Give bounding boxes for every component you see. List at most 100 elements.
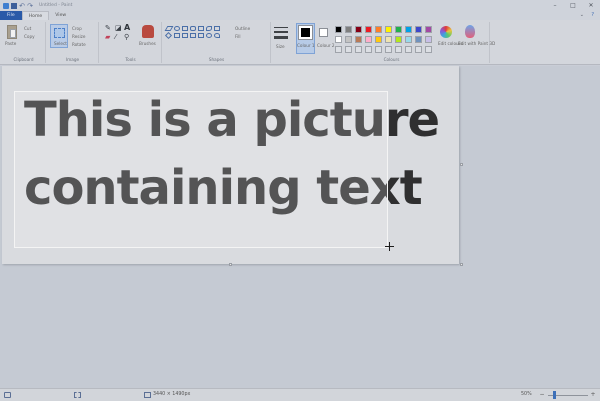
- size-line-medium: [274, 31, 288, 33]
- colour1-label: Colour 1: [297, 43, 315, 48]
- canvas-resize-handle-corner[interactable]: [460, 263, 463, 266]
- clipboard-group: Paste Cut Copy Clipboard: [2, 22, 46, 63]
- custom-colour-swatch[interactable]: [415, 46, 422, 53]
- colour-swatch[interactable]: [375, 26, 382, 33]
- tab-home[interactable]: Home: [21, 11, 50, 20]
- brushes-icon[interactable]: [142, 25, 154, 38]
- canvas[interactable]: This is a picture containing text: [2, 66, 463, 266]
- window-controls: – □ ✕: [546, 0, 600, 11]
- arrow-shape-icon[interactable]: [190, 33, 196, 38]
- outline-button[interactable]: Outline: [235, 26, 250, 31]
- close-button[interactable]: ✕: [582, 0, 600, 11]
- copy-button[interactable]: Copy: [24, 34, 35, 39]
- oval-shape-icon[interactable]: [174, 26, 180, 31]
- brushes-button[interactable]: Brushes: [139, 41, 156, 46]
- edit-paint3d-button[interactable]: Edit with Paint 3D: [458, 41, 495, 46]
- diamond-shape-icon[interactable]: [164, 31, 173, 40]
- hexagon-shape-icon[interactable]: [182, 33, 188, 38]
- text-icon[interactable]: A: [124, 23, 130, 32]
- maximize-button[interactable]: □: [564, 0, 582, 11]
- colour-swatch[interactable]: [415, 36, 422, 43]
- cut-button[interactable]: Cut: [24, 26, 31, 31]
- star-shape-icon[interactable]: [198, 33, 204, 38]
- eraser-icon[interactable]: ▰: [105, 33, 110, 41]
- fill-button[interactable]: Fill: [235, 34, 241, 39]
- zoom-in-icon[interactable]: +: [590, 392, 596, 398]
- paste-button[interactable]: Paste: [5, 41, 16, 46]
- size-group[interactable]: Size: [272, 22, 292, 63]
- custom-colour-swatch[interactable]: [365, 46, 372, 53]
- pencil-icon[interactable]: ✎: [105, 24, 111, 32]
- image-dimensions: 3440 × 1490px: [153, 392, 191, 397]
- colour-swatch[interactable]: [415, 26, 422, 33]
- crop-button[interactable]: Crop: [72, 26, 82, 31]
- minimize-button[interactable]: –: [546, 0, 564, 11]
- tools-group-label: Tools: [125, 57, 136, 62]
- line-shape-icon[interactable]: [164, 26, 174, 31]
- edit-colours-icon[interactable]: [440, 26, 452, 38]
- triangle-shape-icon[interactable]: [206, 26, 212, 31]
- custom-colour-swatch[interactable]: [425, 46, 432, 53]
- pentagon-shape-icon[interactable]: [174, 33, 180, 38]
- colour-swatch[interactable]: [355, 26, 362, 33]
- custom-colour-swatch[interactable]: [355, 46, 362, 53]
- chevron-down-icon[interactable]: ⌄: [580, 12, 584, 18]
- paint-app-icon: [3, 2, 9, 9]
- colour2-label[interactable]: Colour 2: [317, 43, 335, 48]
- colour-swatch[interactable]: [405, 26, 412, 33]
- colour-swatch[interactable]: [365, 26, 372, 33]
- selection-rectangle[interactable]: [14, 91, 388, 248]
- colour-swatch[interactable]: [425, 26, 432, 33]
- select-button[interactable]: Select: [50, 24, 68, 48]
- colour-swatch[interactable]: [355, 36, 362, 43]
- rotate-button[interactable]: Rotate: [72, 42, 86, 47]
- cursor-position-icon: [4, 392, 11, 398]
- undo-icon[interactable]: ↶: [19, 2, 25, 9]
- workspace[interactable]: This is a picture containing text: [0, 66, 600, 388]
- colour-swatch[interactable]: [335, 26, 342, 33]
- save-icon[interactable]: [11, 2, 17, 9]
- canvas-resize-handle-bottom[interactable]: [229, 263, 232, 266]
- right-triangle-shape-icon[interactable]: [214, 26, 220, 31]
- colour-swatch[interactable]: [395, 36, 402, 43]
- colour-swatch[interactable]: [335, 36, 342, 43]
- heart-shape-icon[interactable]: [214, 33, 220, 38]
- colour-swatch[interactable]: [375, 36, 382, 43]
- tab-view[interactable]: View: [49, 11, 72, 20]
- colour-swatch[interactable]: [385, 36, 392, 43]
- custom-colour-swatch[interactable]: [385, 46, 392, 53]
- colour-swatch[interactable]: [425, 36, 432, 43]
- image-size-icon: [144, 392, 151, 398]
- polygon-shape-icon[interactable]: [198, 26, 204, 31]
- help-icon[interactable]: ?: [591, 12, 594, 18]
- canvas-resize-handle-right[interactable]: [460, 163, 463, 166]
- zoom-out-icon[interactable]: −: [539, 392, 545, 398]
- colour-swatch[interactable]: [385, 26, 392, 33]
- quick-access-toolbar: ↶ ↷: [0, 2, 33, 9]
- paste-icon[interactable]: [7, 25, 17, 39]
- rounded-rectangle-shape-icon[interactable]: [190, 26, 196, 31]
- redo-icon[interactable]: ↷: [27, 2, 33, 9]
- crosshair-cursor-icon: [385, 242, 394, 251]
- custom-colour-swatch[interactable]: [395, 46, 402, 53]
- rectangle-shape-icon[interactable]: [182, 26, 188, 31]
- colour-picker-icon[interactable]: ⁄: [115, 33, 116, 41]
- colour-swatch[interactable]: [345, 26, 352, 33]
- fill-icon[interactable]: ◪: [115, 24, 122, 32]
- custom-colour-swatch[interactable]: [405, 46, 412, 53]
- resize-button[interactable]: Resize: [72, 34, 85, 39]
- paint3d-icon[interactable]: [465, 25, 475, 38]
- colour-swatch[interactable]: [365, 36, 372, 43]
- custom-colour-swatch[interactable]: [335, 46, 342, 53]
- custom-colour-swatch[interactable]: [375, 46, 382, 53]
- colour1-swatch: [298, 25, 313, 40]
- zoom-slider-thumb[interactable]: [553, 391, 556, 399]
- callout-shape-icon[interactable]: [206, 33, 212, 38]
- colour2-swatch[interactable]: [319, 28, 328, 37]
- colour-swatch[interactable]: [395, 26, 402, 33]
- magnifier-icon[interactable]: ⚲: [124, 33, 129, 41]
- colour-swatch[interactable]: [345, 36, 352, 43]
- custom-colour-swatch[interactable]: [345, 46, 352, 53]
- colour-swatch[interactable]: [405, 36, 412, 43]
- tab-file[interactable]: File: [0, 11, 22, 20]
